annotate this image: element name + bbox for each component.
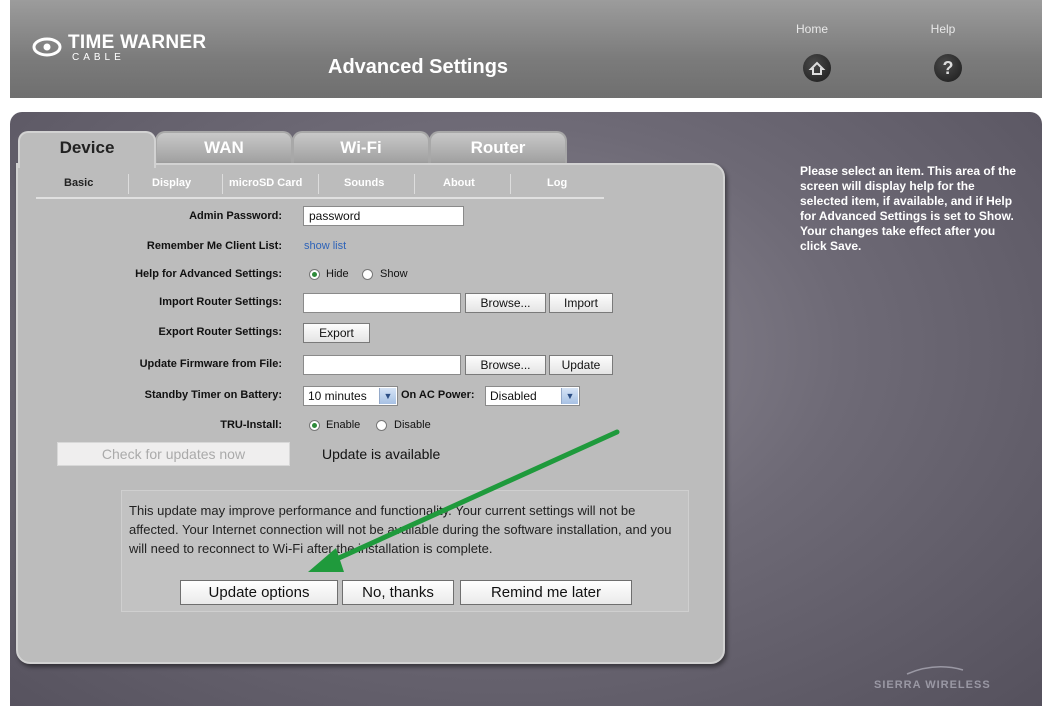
no-thanks-button[interactable]: No, thanks — [342, 580, 454, 605]
help-link-label[interactable]: Help — [913, 22, 973, 36]
subtab-log[interactable]: Log — [547, 177, 567, 189]
import-button[interactable]: Import — [549, 293, 613, 313]
sierra-wireless-logo: SIERRA WIRELESS — [874, 679, 991, 691]
tab-wan[interactable]: WAN — [155, 131, 293, 167]
tru-enable-label: Enable — [326, 419, 361, 431]
tru-disable-radio[interactable] — [376, 420, 387, 431]
help-hide-radio[interactable] — [309, 269, 320, 280]
tab-device[interactable]: Device — [18, 131, 156, 168]
header-bar: TIME WARNER CABLE Advanced Settings Home… — [10, 0, 1042, 98]
eye-logo-icon — [32, 37, 62, 57]
standby-timer-value: 10 minutes — [308, 389, 367, 403]
subtab-display[interactable]: Display — [152, 177, 191, 189]
logo-sub: CABLE — [72, 52, 125, 63]
help-show-label: Show — [380, 268, 408, 280]
subtab-sounds[interactable]: Sounds — [344, 177, 384, 189]
home-icon[interactable] — [803, 54, 831, 82]
tab-wifi[interactable]: Wi-Fi — [292, 131, 430, 167]
firmware-update-button[interactable]: Update — [549, 355, 613, 375]
export-settings-label: Export Router Settings: — [158, 326, 282, 338]
import-browse-button[interactable]: Browse... — [465, 293, 546, 313]
subtab-divider — [128, 174, 129, 194]
help-advanced-label: Help for Advanced Settings: — [135, 268, 282, 280]
import-settings-label: Import Router Settings: — [159, 296, 282, 308]
help-panel: Please select an item. This area of the … — [800, 164, 1020, 254]
help-icon[interactable]: ? — [934, 54, 962, 82]
subtab-basic[interactable]: Basic — [64, 177, 93, 189]
update-options-button[interactable]: Update options — [180, 580, 338, 605]
logo-name: TIME WARNER — [68, 32, 207, 53]
remind-later-button[interactable]: Remind me later — [460, 580, 632, 605]
remember-me-label: Remember Me Client List: — [146, 240, 282, 252]
page-title: Advanced Settings — [328, 56, 509, 78]
help-text-main: Please select an item. This area of the … — [800, 164, 1017, 223]
help-show-radio[interactable] — [362, 269, 373, 280]
chevron-down-icon: ▼ — [379, 388, 396, 404]
header-divider — [10, 98, 1042, 112]
update-notice-text: This update may improve performance and … — [129, 503, 672, 556]
admin-password-input[interactable]: password — [303, 206, 464, 226]
standby-timer-select[interactable]: 10 minutes ▼ — [303, 386, 398, 406]
subtab-divider — [510, 174, 511, 194]
show-list-link[interactable]: show list — [304, 240, 346, 252]
update-status-text: Update is available — [322, 446, 441, 462]
subtab-divider — [318, 174, 319, 194]
firmware-file-input[interactable] — [303, 355, 461, 375]
ac-power-label: On AC Power: — [401, 389, 475, 401]
tru-enable-radio[interactable] — [309, 420, 320, 431]
admin-password-label: Admin Password: — [189, 210, 282, 222]
check-updates-button[interactable]: Check for updates now — [57, 442, 290, 466]
standby-timer-label: Standby Timer on Battery: — [144, 389, 282, 401]
home-link-label[interactable]: Home — [782, 22, 842, 36]
subtab-divider — [222, 174, 223, 194]
tab-router[interactable]: Router — [429, 131, 567, 167]
ac-power-select[interactable]: Disabled ▼ — [485, 386, 580, 406]
tru-install-label: TRU-Install: — [220, 419, 282, 431]
sierra-swoosh-icon — [906, 666, 964, 675]
tru-disable-label: Disable — [394, 419, 431, 431]
chevron-down-icon: ▼ — [561, 388, 578, 404]
help-hide-label: Hide — [326, 268, 349, 280]
ac-power-value: Disabled — [490, 389, 537, 403]
subtab-microsd[interactable]: microSD Card — [229, 177, 302, 189]
subtab-about[interactable]: About — [443, 177, 475, 189]
import-file-input[interactable] — [303, 293, 461, 313]
export-button[interactable]: Export — [303, 323, 370, 343]
subtab-bar: Basic Display microSD Card Sounds About … — [36, 173, 604, 199]
firmware-browse-button[interactable]: Browse... — [465, 355, 546, 375]
subtab-divider — [414, 174, 415, 194]
help-text-save: Your changes take effect after you click… — [800, 224, 996, 253]
update-firmware-label: Update Firmware from File: — [139, 358, 282, 370]
